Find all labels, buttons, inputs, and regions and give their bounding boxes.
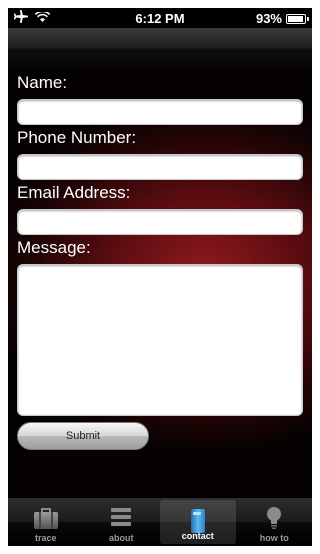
- tab-contact[interactable]: contact: [160, 500, 236, 544]
- battery-icon: [286, 13, 309, 24]
- name-label: Name:: [17, 73, 68, 92]
- tab-about[interactable]: about: [84, 498, 160, 546]
- tab-label: contact: [181, 531, 214, 541]
- status-bar: 6:12 PM 93%: [8, 8, 312, 28]
- list-icon: [110, 506, 132, 533]
- phone-label: Phone Number:: [17, 128, 137, 147]
- phone-field[interactable]: [17, 154, 303, 180]
- lightbulb-icon: [265, 506, 283, 535]
- tab-label: how to: [259, 533, 289, 543]
- tab-label: about: [109, 533, 134, 543]
- tab-how-to[interactable]: how to: [237, 498, 313, 546]
- battery-percent: 93%: [255, 11, 282, 26]
- tab-trace[interactable]: trace: [8, 498, 84, 546]
- message-label: Message:: [17, 238, 91, 257]
- name-field[interactable]: [17, 99, 303, 125]
- briefcase-icon: [33, 506, 59, 535]
- submit-button[interactable]: Submit: [17, 422, 149, 450]
- tab-label: trace: [34, 533, 57, 543]
- email-label: Email Address:: [17, 183, 131, 202]
- tab-bar: trace about contact how to: [8, 498, 312, 546]
- contact-form: Name: Phone Number: Email Address: Messa…: [8, 70, 312, 498]
- device-screen: 6:12 PM 93% Name: Phone Number: Email Ad…: [8, 8, 312, 546]
- email-field[interactable]: [17, 209, 303, 235]
- message-field[interactable]: [17, 264, 303, 416]
- navigation-bar: [8, 28, 312, 70]
